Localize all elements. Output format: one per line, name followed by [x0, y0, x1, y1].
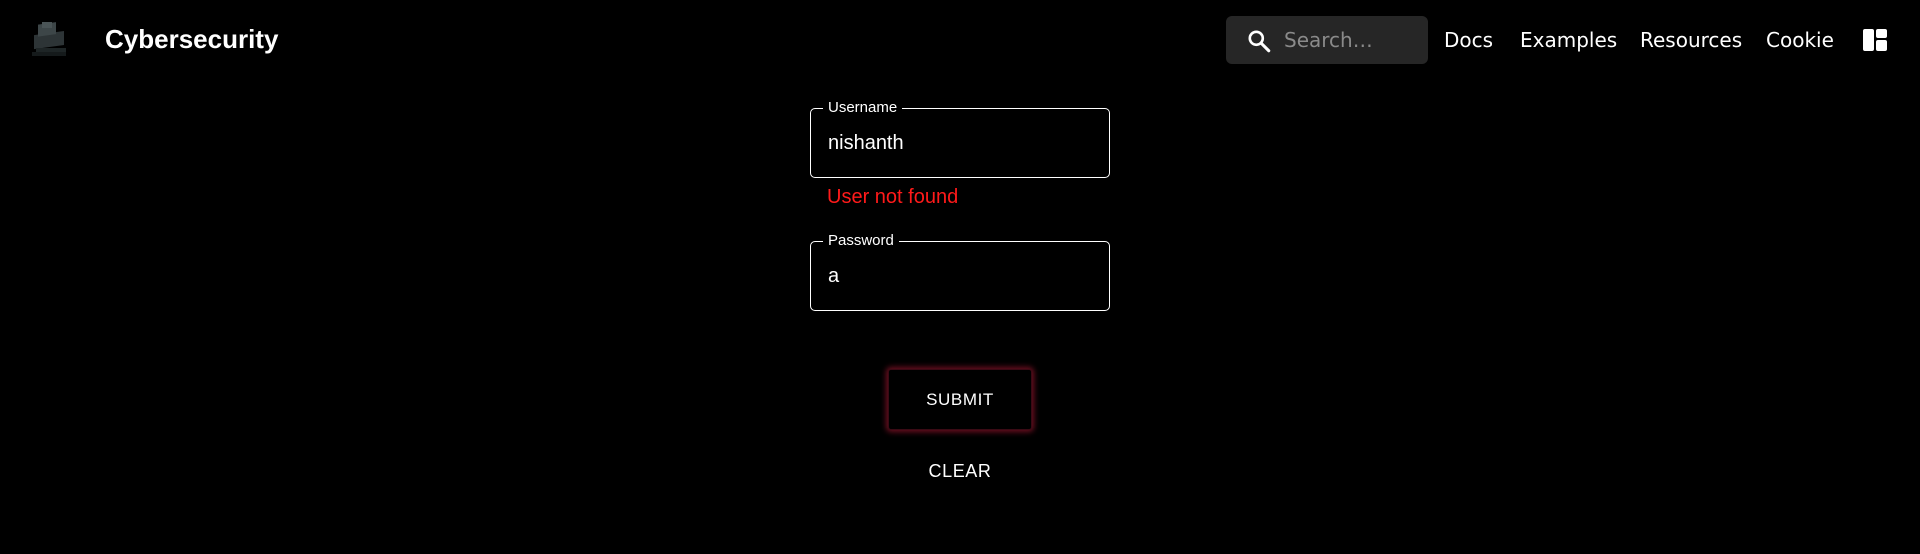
logo-icon[interactable]	[28, 18, 72, 62]
username-label: Username	[823, 99, 903, 117]
search-box[interactable]	[1226, 16, 1428, 64]
nav-resources[interactable]: Resources	[1640, 26, 1742, 54]
username-field[interactable]: Username	[810, 99, 1110, 178]
username-input[interactable]	[828, 129, 1088, 157]
password-input[interactable]	[828, 262, 1088, 290]
nav-docs[interactable]: Docs	[1444, 26, 1493, 54]
nav-examples[interactable]: Examples	[1520, 26, 1617, 54]
layout-toggle-icon[interactable]	[1862, 28, 1888, 52]
clear-button[interactable]: CLEAR	[900, 456, 1020, 486]
submit-button[interactable]: SUBMIT	[888, 369, 1032, 430]
username-error-message: User not found	[827, 186, 959, 208]
password-label: Password	[823, 232, 899, 250]
app-header: Cybersecurity Docs Examples Resources Co…	[0, 0, 1920, 80]
password-field[interactable]: Password	[810, 232, 1110, 311]
app-title[interactable]: Cybersecurity	[105, 23, 278, 55]
nav-cookie[interactable]: Cookie	[1766, 26, 1834, 54]
search-icon	[1248, 30, 1271, 53]
search-input[interactable]	[1284, 24, 1419, 56]
